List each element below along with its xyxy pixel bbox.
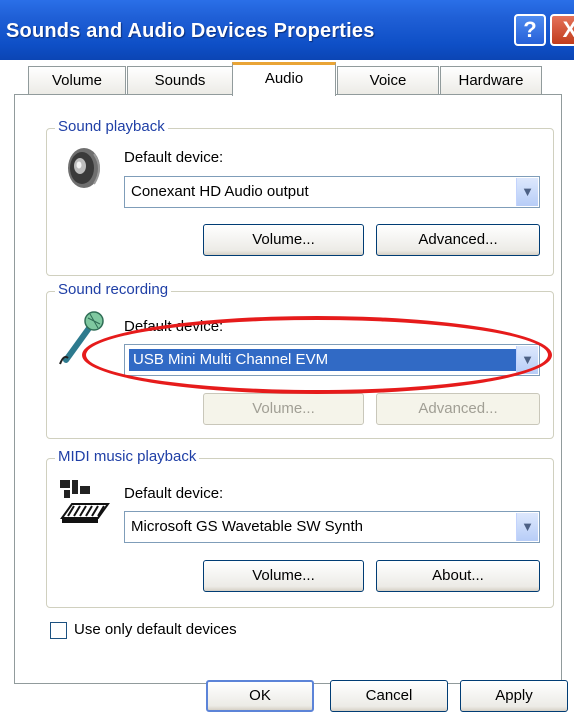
recording-volume-button[interactable]: Volume... bbox=[203, 393, 364, 425]
midi-playback-label: MIDI music playback bbox=[55, 448, 200, 465]
ok-button[interactable]: OK bbox=[206, 680, 314, 712]
midi-device-select[interactable]: Microsoft GS Wavetable SW Synth ▼ bbox=[124, 511, 540, 543]
tab-voice[interactable]: Voice bbox=[337, 66, 439, 94]
cancel-button[interactable]: Cancel bbox=[330, 680, 448, 712]
playback-device-select[interactable]: Conexant HD Audio output ▼ bbox=[124, 176, 540, 208]
chevron-down-icon[interactable]: ▼ bbox=[516, 513, 538, 541]
sound-recording-label: Sound recording bbox=[55, 281, 172, 298]
title-bar[interactable]: Sounds and Audio Devices Properties ? X bbox=[0, 0, 574, 60]
playback-device-label: Default device: bbox=[124, 149, 224, 166]
tab-sounds[interactable]: Sounds bbox=[127, 66, 233, 94]
midi-about-button[interactable]: About... bbox=[376, 560, 540, 592]
microphone-icon bbox=[59, 311, 104, 365]
use-default-devices-checkbox[interactable] bbox=[50, 622, 67, 639]
midi-device-label: Default device: bbox=[124, 485, 224, 502]
window-title: Sounds and Audio Devices Properties bbox=[6, 20, 375, 42]
apply-button[interactable]: Apply bbox=[460, 680, 568, 712]
recording-device-select[interactable]: USB Mini Multi Channel EVM ▼ bbox=[124, 344, 540, 376]
chevron-down-icon[interactable]: ▼ bbox=[516, 346, 538, 374]
playback-device-value: Conexant HD Audio output bbox=[131, 183, 309, 200]
midi-device-value: Microsoft GS Wavetable SW Synth bbox=[131, 518, 364, 535]
midi-volume-button[interactable]: Volume... bbox=[203, 560, 364, 592]
recording-device-value: USB Mini Multi Channel EVM bbox=[129, 349, 517, 371]
midi-keyboard-icon bbox=[60, 480, 110, 523]
recording-advanced-button[interactable]: Advanced... bbox=[376, 393, 540, 425]
tab-audio[interactable]: Audio bbox=[232, 62, 336, 96]
tab-volume[interactable]: Volume bbox=[28, 66, 126, 94]
tab-hardware[interactable]: Hardware bbox=[440, 66, 542, 94]
sound-playback-label: Sound playback bbox=[55, 118, 168, 135]
chevron-down-icon[interactable]: ▼ bbox=[516, 178, 538, 206]
close-button[interactable]: X bbox=[550, 14, 574, 46]
playback-advanced-button[interactable]: Advanced... bbox=[376, 224, 540, 256]
playback-volume-button[interactable]: Volume... bbox=[203, 224, 364, 256]
speaker-icon bbox=[68, 148, 100, 188]
help-button[interactable]: ? bbox=[514, 14, 546, 46]
recording-device-label: Default device: bbox=[124, 318, 224, 335]
use-default-devices-label: Use only default devices bbox=[74, 621, 237, 638]
